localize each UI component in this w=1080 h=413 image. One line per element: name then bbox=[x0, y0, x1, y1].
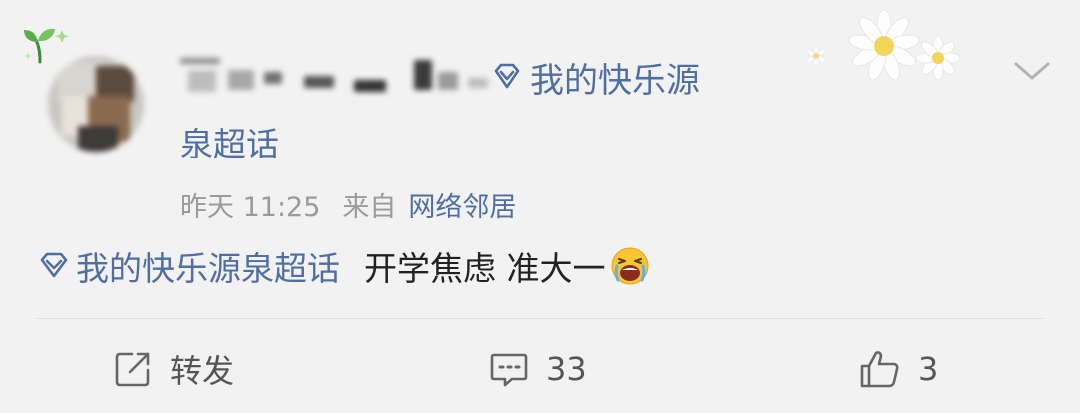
super-topic-tag[interactable]: 我的快乐源泉超话 bbox=[36, 242, 340, 290]
super-topic-link[interactable]: 我的快乐源 bbox=[490, 54, 700, 101]
super-topic-label-continued[interactable]: 泉超话 bbox=[180, 126, 279, 158]
comment-button[interactable]: 33 bbox=[488, 340, 587, 398]
weibo-post-card: 我的快乐源 泉超话 昨天 11:25 来自 网络邻居 我的快乐源泉超话 开学焦虑… bbox=[0, 0, 1080, 413]
repost-button[interactable]: 转发 bbox=[112, 340, 234, 398]
source-prefix: 来自 bbox=[342, 191, 397, 223]
diamond-topic-icon bbox=[40, 252, 68, 278]
daisy-decoration bbox=[805, 9, 961, 81]
source-device-link[interactable]: 网络邻居 bbox=[408, 185, 516, 224]
crying-face-emoji bbox=[611, 247, 648, 285]
comment-count: 33 bbox=[546, 350, 587, 388]
repost-icon bbox=[115, 352, 150, 387]
username-redacted[interactable] bbox=[180, 54, 500, 94]
post-text: 开学焦虑 准大一 bbox=[364, 249, 606, 288]
super-topic-label: 我的快乐源 bbox=[530, 60, 700, 101]
post-content: 我的快乐源泉超话 开学焦虑 准大一 bbox=[36, 243, 650, 289]
thumbs-up-icon bbox=[860, 351, 899, 388]
comment-icon bbox=[490, 353, 528, 387]
post-meta: 昨天 11:25 来自 网络邻居 bbox=[180, 185, 516, 224]
repost-label: 转发 bbox=[170, 352, 235, 390]
chevron-down-icon[interactable] bbox=[1012, 58, 1052, 84]
post-time: 昨天 11:25 bbox=[180, 191, 321, 223]
divider bbox=[36, 318, 1044, 319]
action-bar: 转发 33 3 bbox=[0, 340, 1080, 398]
user-avatar[interactable] bbox=[48, 56, 144, 152]
super-topic-tag-label: 我的快乐源泉超话 bbox=[76, 249, 340, 288]
diamond-topic-icon bbox=[494, 63, 520, 89]
like-count: 3 bbox=[918, 350, 939, 388]
post-source: 来自 网络邻居 bbox=[342, 185, 516, 224]
sprout-icon bbox=[24, 28, 69, 64]
like-button[interactable]: 3 bbox=[858, 340, 938, 398]
